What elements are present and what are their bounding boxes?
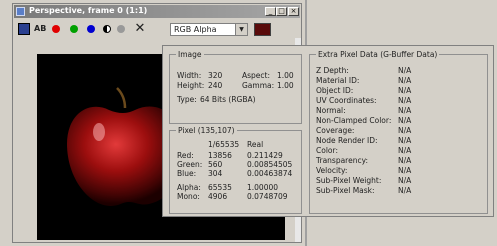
green-label: Green:: [177, 160, 203, 169]
color-swatch[interactable]: [254, 23, 271, 36]
extra-value: N/A: [398, 126, 412, 135]
gamma-label: Gamma:: [242, 81, 275, 90]
extra-value: N/A: [398, 176, 412, 185]
monochrome-icon[interactable]: [117, 25, 125, 33]
red-channel-icon[interactable]: [52, 25, 60, 33]
channel-select-value: RGB Alpha: [174, 25, 217, 34]
extra-label: Object ID:: [316, 86, 354, 95]
width-label: Width:: [177, 71, 202, 80]
extra-label: Z Depth:: [316, 66, 349, 75]
extra-label: Transparency:: [316, 156, 369, 165]
extra-label: Material ID:: [316, 76, 360, 85]
type-label: Type:: [177, 95, 197, 104]
image-group-label: Image: [176, 50, 204, 59]
extra-value: N/A: [398, 136, 412, 145]
extra-value: N/A: [398, 76, 412, 85]
save-icon[interactable]: [18, 23, 30, 35]
blue-label: Blue:: [177, 169, 197, 178]
extra-label: Normal:: [316, 106, 346, 115]
column-header-real: Real: [247, 140, 264, 149]
extra-label: Color:: [316, 146, 338, 155]
extra-value: N/A: [398, 106, 412, 115]
green-real: 0.00854505: [247, 160, 293, 169]
mono-int: 4906: [208, 192, 228, 201]
aspect-value: 1.00: [277, 71, 294, 80]
pixel-group: Pixel (135,107) 1/65535 Real Red: 13856 …: [169, 126, 302, 214]
red-label: Red:: [177, 151, 194, 160]
chevron-down-icon[interactable]: ▼: [235, 24, 247, 35]
height-value: 240: [208, 81, 223, 90]
aspect-label: Aspect:: [242, 71, 271, 80]
extra-value: N/A: [398, 166, 412, 175]
red-real: 0.211429: [247, 151, 283, 160]
extra-label: Sub-Pixel Mask:: [316, 186, 375, 195]
extra-value: N/A: [398, 146, 412, 155]
extra-label: Coverage:: [316, 126, 355, 135]
close-button[interactable]: ×: [288, 7, 299, 16]
extra-label: UV Coordinates:: [316, 96, 377, 105]
blue-int: 304: [208, 169, 223, 178]
red-int: 13856: [208, 151, 232, 160]
extra-value: N/A: [398, 156, 412, 165]
extra-value: N/A: [398, 86, 412, 95]
image-group: Image Width: 320 Aspect: 1.00 Height: 24…: [169, 50, 302, 124]
extra-group-label: Extra Pixel Data (G-Buffer Data): [316, 50, 440, 59]
green-int: 560: [208, 160, 223, 169]
extra-value: N/A: [398, 66, 412, 75]
alpha-label: Alpha:: [177, 183, 201, 192]
blue-real: 0.00463874: [247, 169, 293, 178]
clear-icon[interactable]: ✕: [134, 22, 146, 35]
mono-real: 0.0748709: [247, 192, 288, 201]
extra-label: Sub-Pixel Weight:: [316, 176, 382, 185]
title-bar[interactable]: Perspective, frame 0 (1:1) _ □ ×: [14, 5, 300, 18]
width-value: 320: [208, 71, 223, 80]
blue-channel-icon[interactable]: [87, 25, 95, 33]
type-value: 64 Bits (RGBA): [200, 95, 256, 104]
extra-label: Velocity:: [316, 166, 348, 175]
height-label: Height:: [177, 81, 205, 90]
minimize-button[interactable]: _: [265, 7, 276, 16]
extra-value: N/A: [398, 96, 412, 105]
green-channel-icon[interactable]: [70, 25, 78, 33]
extra-value: N/A: [398, 186, 412, 195]
extra-label: Non-Clamped Color:: [316, 116, 392, 125]
pixel-group-label: Pixel (135,107): [176, 126, 237, 135]
alpha-channel-icon[interactable]: [103, 25, 111, 33]
maximize-button[interactable]: □: [276, 7, 287, 16]
alpha-int: 65535: [208, 183, 232, 192]
window-title: Perspective, frame 0 (1:1): [29, 6, 148, 15]
extra-value: N/A: [398, 116, 412, 125]
extra-label: Node Render ID:: [316, 136, 378, 145]
gamma-value: 1.00: [277, 81, 294, 90]
mono-label: Mono:: [177, 192, 200, 201]
column-header-int: 1/65535: [208, 140, 240, 149]
channel-select[interactable]: RGB Alpha ▼: [170, 23, 248, 36]
clone-icon[interactable]: AB: [34, 23, 46, 35]
alpha-real: 1.00000: [247, 183, 279, 192]
extra-pixel-data-group: Extra Pixel Data (G-Buffer Data) Z Depth…: [309, 50, 488, 214]
app-icon: [16, 7, 25, 16]
toolbar: AB ✕ RGB Alpha ▼: [14, 20, 300, 38]
pixel-info-panel: Image Width: 320 Aspect: 1.00 Height: 24…: [162, 45, 494, 217]
